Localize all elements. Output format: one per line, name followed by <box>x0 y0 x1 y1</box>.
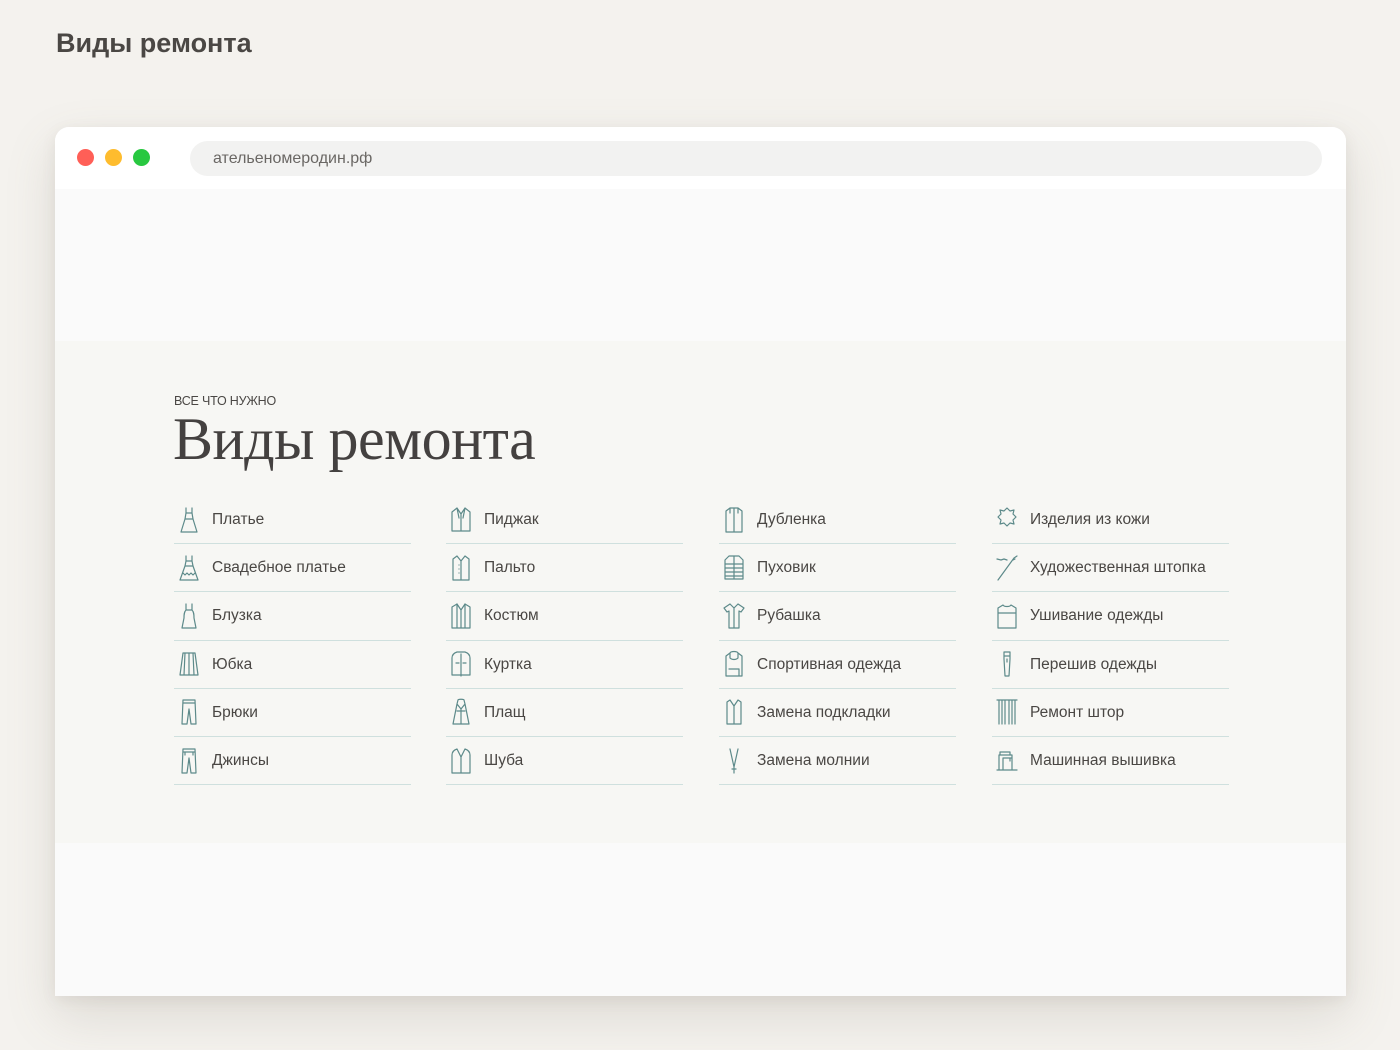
repair-item[interactable]: Свадебное платье <box>174 544 411 593</box>
close-window-button[interactable] <box>77 149 94 166</box>
repair-item[interactable]: Замена подкладки <box>719 689 956 737</box>
sheepskin-coat-icon <box>720 504 748 536</box>
blouse-icon <box>175 600 203 632</box>
repair-item-label: Шуба <box>484 751 524 769</box>
needle-icon <box>993 552 1021 584</box>
repair-column-2: Пиджак Пальто Костюм Куртка Плащ Шуба <box>446 496 683 786</box>
dress-icon <box>175 504 203 536</box>
repair-item-label: Блузка <box>212 607 262 625</box>
fur-coat-icon <box>447 745 475 777</box>
jacket-icon <box>447 648 475 680</box>
repair-item-label: Пиджак <box>484 511 539 528</box>
repair-item[interactable]: Джинсы <box>174 737 411 786</box>
repair-item-label: Замена молнии <box>757 751 870 769</box>
repair-item[interactable]: Спортивная одежда <box>719 641 956 689</box>
repair-item[interactable]: Платье <box>174 496 411 545</box>
repair-item-label: Машинная вышивка <box>1030 751 1176 769</box>
repair-item[interactable]: Ремонт штор <box>992 689 1229 737</box>
repair-item[interactable]: Плащ <box>446 689 683 737</box>
repair-item[interactable]: Шуба <box>446 737 683 786</box>
repair-item[interactable]: Блузка <box>174 592 411 641</box>
repair-item[interactable]: Ушивание одежды <box>992 592 1229 641</box>
repair-item[interactable]: Рубашка <box>719 592 956 641</box>
wedding-dress-icon <box>175 552 203 584</box>
repair-item-label: Костюм <box>484 607 539 625</box>
repair-item-label: Художественная штопка <box>1030 559 1206 577</box>
vest-icon <box>720 696 748 728</box>
coat-icon <box>447 552 475 584</box>
repair-item[interactable]: Изделия из кожи <box>992 496 1229 545</box>
repair-item-label: Рубашка <box>757 607 821 625</box>
repair-item-label: Джинсы <box>212 751 269 769</box>
blazer-icon <box>447 504 475 536</box>
repair-item-label: Замена подкладки <box>757 703 891 721</box>
repair-item-label: Перешив одежды <box>1030 655 1157 673</box>
hoodie-icon <box>720 648 748 680</box>
leather-icon <box>993 504 1021 536</box>
shirt-icon <box>720 600 748 632</box>
repair-item[interactable]: Замена молнии <box>719 737 956 786</box>
repair-item-label: Пальто <box>484 559 536 577</box>
repair-item-label: Пуховик <box>757 559 816 577</box>
repair-item[interactable]: Брюки <box>174 689 411 737</box>
repair-item-label: Изделия из кожи <box>1030 511 1150 528</box>
suit-icon <box>447 600 475 632</box>
repair-item[interactable]: Художественная штопка <box>992 544 1229 593</box>
repair-item[interactable]: Юбка <box>174 641 411 689</box>
repair-item[interactable]: Пальто <box>446 544 683 593</box>
repair-item-label: Платье <box>212 511 265 528</box>
trousers-icon <box>175 696 203 728</box>
repair-item-label: Юбка <box>212 655 253 673</box>
repair-types-section: ВСЕ ЧТО НУЖНО Виды ремонта Платье Свадебн… <box>55 341 1346 843</box>
repair-item[interactable]: Костюм <box>446 592 683 641</box>
down-jacket-icon <box>720 552 748 584</box>
alteration-icon <box>993 648 1021 680</box>
repair-column-4: Изделия из кожи Художественная штопка Ушив… <box>992 496 1229 786</box>
sweater-icon <box>993 600 1021 632</box>
skirt-icon <box>175 648 203 680</box>
repair-item[interactable]: Перешив одежды <box>992 641 1229 689</box>
page-heading: Виды ремонта <box>56 28 252 58</box>
browser-toolbar: ательеномеродин.рф <box>55 127 1346 189</box>
repair-item[interactable]: Дубленка <box>719 496 956 545</box>
browser-window: ательеномеродин.рф ВСЕ ЧТО НУЖНО Виды ре… <box>55 127 1346 996</box>
repair-item[interactable]: Куртка <box>446 641 683 689</box>
repair-item-label: Свадебное платье <box>212 559 346 577</box>
raincoat-icon <box>447 696 475 728</box>
repair-column-3: Дубленка Пуховик Рубашка Спортивная одежда З… <box>719 496 956 786</box>
repair-item-label: Ремонт штор <box>1030 703 1125 721</box>
repair-item-label: Брюки <box>212 703 258 721</box>
repair-item[interactable]: Машинная вышивка <box>992 737 1229 786</box>
minimize-window-button[interactable] <box>105 149 122 166</box>
repair-item-label: Ушивание одежды <box>1030 607 1164 625</box>
zipper-icon <box>720 745 748 777</box>
repair-item-label: Куртка <box>484 655 532 673</box>
address-bar[interactable]: ательеномеродин.рф <box>190 141 1322 176</box>
sewing-machine-icon <box>993 745 1021 777</box>
repair-item-label: Плащ <box>484 703 526 721</box>
maximize-window-button[interactable] <box>133 149 150 166</box>
repair-item[interactable]: Пуховик <box>719 544 956 593</box>
repair-item-label: Спортивная одежда <box>757 655 902 673</box>
repair-item[interactable]: Пиджак <box>446 496 683 545</box>
section-title: Виды ремонта <box>173 406 536 472</box>
jeans-icon <box>175 745 203 777</box>
repair-column-1: Платье Свадебное платье Блузка Юбка Брюки Джи… <box>174 496 411 786</box>
curtains-icon <box>993 696 1021 728</box>
repair-item-label: Дубленка <box>757 511 826 528</box>
